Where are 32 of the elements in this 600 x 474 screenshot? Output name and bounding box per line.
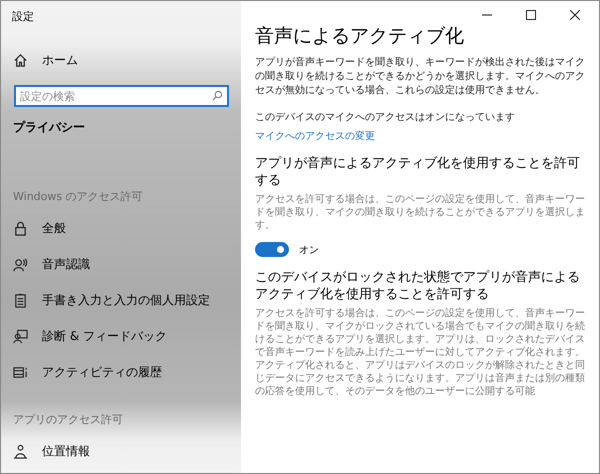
group-label: Windows のアクセス許可 bbox=[12, 189, 144, 205]
setting-description: アクセスを許可する場合は、このページの設定を使用して、音声キーワードを聞き取り、マイクの聞き取りを続けることができるアプリを選択します。 bbox=[255, 193, 586, 232]
setting-description: アクセスを許可する場合は、このページの設定を使用して、音声キーワードを聞き取り、マイクがロックされている場合でもマイクの聞き取りを続けることができるアプリを選択します。アプリは、ロックされたデバイスで音声キーワードを読み上げたユーザーに対してアクティブ化されます。アクティブ化されると、アプリはデバイスのロックが解除されたときと同じデータにアクセスできるようになります。アプリは音声または別の種類の応答を使用して、そのデータを他のユーザーに公開する可能 bbox=[255, 307, 586, 398]
toggle-label: オン bbox=[299, 244, 319, 256]
sidebar-item[interactable]: アクティビティの履歴 bbox=[1, 354, 241, 390]
toggle-switch[interactable] bbox=[255, 242, 289, 257]
sidebar-item[interactable]: 位置情報 bbox=[1, 433, 241, 469]
person-speaking-icon bbox=[13, 256, 28, 272]
page-title: 音声によるアクティブ化 bbox=[255, 24, 465, 48]
group-label: アプリのアクセス許可 bbox=[12, 412, 124, 428]
home-icon bbox=[13, 52, 28, 68]
window-title: 設定 bbox=[11, 9, 35, 25]
change-access-link[interactable]: マイクへのアクセスの変更 bbox=[255, 129, 375, 143]
sidebar-item[interactable]: 音声認識 bbox=[1, 246, 241, 282]
lock-icon bbox=[13, 220, 28, 236]
timeline-icon bbox=[13, 364, 28, 380]
maximize-icon[interactable] bbox=[526, 10, 536, 20]
home-link[interactable]: ホーム bbox=[1, 45, 241, 75]
status-text: このデバイスのマイクへのアクセスはオンになっています bbox=[255, 111, 516, 124]
section-heading: プライバシー bbox=[12, 119, 86, 136]
close-icon[interactable] bbox=[570, 10, 580, 20]
sidebar-item[interactable]: 全般 bbox=[1, 210, 241, 246]
setting-heading: このデバイスがロックされた状態でアプリが音声によるアクティブ化を使用することを許可する bbox=[255, 269, 581, 303]
clipboard-icon bbox=[13, 292, 28, 308]
search-icon bbox=[212, 90, 223, 101]
setting-heading: アプリが音声によるアクティブ化を使用することを許可する bbox=[255, 155, 581, 189]
search-field[interactable]: 設定の検索 bbox=[14, 85, 229, 107]
person-pin-icon bbox=[13, 444, 28, 458]
sidebar-item[interactable]: 診断 & フィードバック bbox=[1, 318, 241, 354]
sidebar-item[interactable]: 手書き入力と入力の個人用設定 bbox=[1, 282, 241, 318]
person-feedback-icon bbox=[13, 328, 28, 344]
description-text: アプリが音声キーワードを聞き取り、キーワードが検出された後はマイクの聞き取りを続けることができるかどうかを選択します。マイクへのアクセスが無効になっている場合、これらの設定は使用できません。 bbox=[255, 56, 586, 98]
